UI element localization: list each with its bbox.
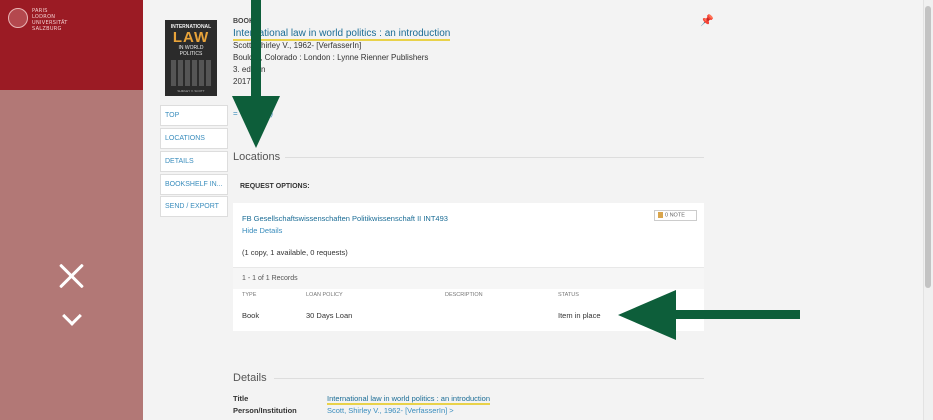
records-count: 1 - 1 of 1 Records [233,267,704,289]
request-options-label: REQUEST OPTIONS: [240,183,310,190]
holding-card: FB Gesellschaftswissenschaften Politikwi… [233,203,704,331]
book-cover[interactable]: INTERNATIONAL LAW IN WORLD POLITICS SHIR… [165,20,217,96]
nav-top[interactable]: TOP [160,105,228,126]
record-type: BOOK [233,18,254,25]
cover-artwork [168,60,214,86]
note-badge[interactable]: 0 NOTE [654,210,697,221]
copies-summary: (1 copy, 1 available, 0 requests) [242,248,348,257]
nav-send-export[interactable]: SEND / EXPORT [160,196,228,217]
hide-details-link[interactable]: Hide Details [242,226,282,235]
close-icon[interactable] [58,262,86,290]
record-title[interactable]: International law in world politics : an… [233,28,451,41]
column-header-loan-policy: LOAN POLICY [306,292,343,298]
detail-label-title: Title [233,394,249,403]
nav-details[interactable]: DETAILS [160,151,228,172]
cell-status: Item in place [558,311,601,320]
pin-icon[interactable]: 📌 [700,14,714,27]
cover-author: SHIRLEY V. SCOTT [177,89,205,93]
record-year: 2017 [233,77,251,86]
note-icon [658,212,663,218]
menu-overlay [0,90,143,420]
university-logo[interactable]: PARIS LODRON UNIVERSITÄT SALZBURG [8,8,68,32]
detail-label-person: Person/Institution [233,406,297,415]
note-label: 0 NOTE [665,212,685,219]
locations-heading: Locations [233,151,281,163]
location-name: FB Gesellschaftswissenschaften Politikwi… [242,214,448,223]
divider [285,157,704,158]
logo-text: PARIS LODRON UNIVERSITÄT SALZBURG [32,8,68,32]
nav-bookshelf[interactable]: BOOKSHELF IN... [160,174,228,195]
chevron-down-icon[interactable] [62,312,82,324]
cell-loan-policy: 30 Days Loan [306,311,353,320]
detail-value-title[interactable]: International law in world politics : an… [327,394,491,405]
cover-title-sub: IN WORLD POLITICS [178,45,204,57]
detail-value-person[interactable]: Scott, Shirley V., 1962- [VerfasserIn] > [327,406,454,415]
divider [274,378,704,379]
record-author: Scott, Shirley V., 1962- [VerfasserIn] [233,41,362,50]
scrollbar-thumb[interactable] [925,6,931,288]
column-header-status: STATUS [558,292,579,298]
column-header-description: DESCRIPTION [445,292,483,298]
cell-type: Book [242,311,260,320]
details-heading: Details [233,372,267,384]
seal-icon [8,8,28,28]
record-edition: 3. edition [233,65,266,74]
column-header-type: TYPE [242,292,257,298]
views-link[interactable]: = Views (5) [233,109,273,118]
sidebar-header: PARIS LODRON UNIVERSITÄT SALZBURG [0,0,143,90]
nav-locations[interactable]: LOCATIONS [160,128,228,149]
record-publisher: Boulder, Colorado : London : Lynne Rienn… [233,53,429,62]
cover-title-main: LAW [172,29,210,46]
logo-line: SALZBURG [32,26,62,32]
